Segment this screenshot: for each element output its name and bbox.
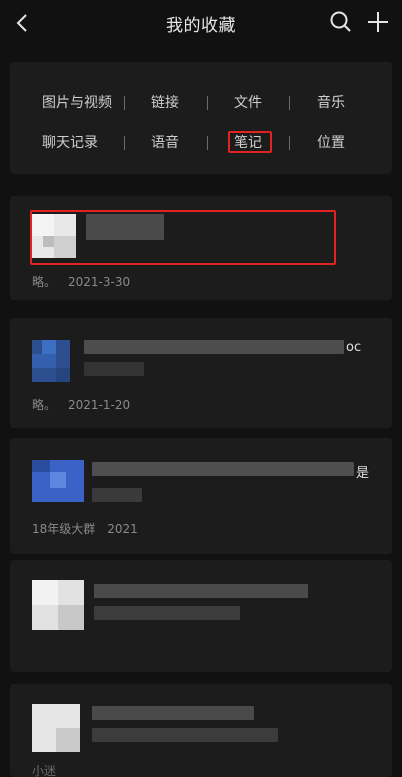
favorite-item[interactable]: oc 略。 2021-1-20	[10, 318, 392, 428]
favorite-item[interactable]	[10, 560, 392, 672]
top-bar: 我的收藏	[0, 0, 402, 46]
item-source: 略。	[32, 275, 57, 289]
category-files[interactable]: 文件	[234, 93, 262, 113]
item-meta: 略。 2021-1-20	[32, 396, 130, 413]
blurred-title	[84, 340, 344, 354]
item-meta: 18年级大群 2021	[32, 520, 138, 537]
search-icon	[330, 11, 351, 32]
file-icon	[32, 460, 84, 502]
blurred-subtitle	[92, 728, 278, 742]
favorite-item[interactable]: 是 18年级大群 2021	[10, 438, 392, 554]
plus-icon	[368, 12, 388, 32]
category-location[interactable]: 位置	[317, 133, 345, 153]
title-tail-text: oc	[346, 340, 362, 355]
blurred-title	[92, 462, 354, 476]
blurred-subtitle	[84, 362, 144, 376]
item-date: 2021-1-20	[68, 398, 131, 412]
item-date: 2021-3-30	[68, 275, 131, 289]
favorite-item[interactable]: 略。 2021-3-30	[10, 196, 392, 300]
title-tail-text: 是	[356, 466, 370, 481]
category-divider	[207, 96, 208, 110]
blurred-subtitle	[94, 606, 240, 620]
category-divider	[207, 136, 208, 150]
category-images-videos[interactable]: 图片与视频	[42, 93, 112, 113]
blurred-subtitle	[92, 488, 142, 502]
item-date: 2021	[107, 522, 138, 536]
favorite-item[interactable]: 小迷	[10, 684, 392, 777]
category-music[interactable]: 音乐	[317, 93, 345, 113]
category-voice[interactable]: 语音	[151, 133, 179, 153]
file-icon	[32, 340, 70, 382]
search-button[interactable]	[328, 9, 354, 35]
category-divider	[124, 96, 125, 110]
category-panel: 图片与视频 链接 文件 音乐 聊天记录 语音 笔记 位置	[10, 62, 392, 174]
item-meta: 略。 2021-3-30	[32, 273, 130, 290]
category-chat-history[interactable]: 聊天记录	[42, 133, 98, 153]
item-highlight-box	[30, 210, 336, 265]
notes-highlight-box	[228, 131, 272, 153]
item-source: 略。	[32, 398, 57, 412]
item-thumbnail	[32, 580, 84, 630]
item-source: 小迷	[32, 764, 57, 777]
category-divider	[289, 136, 290, 150]
blurred-title	[92, 706, 254, 720]
add-button[interactable]	[364, 8, 392, 36]
item-thumbnail	[32, 704, 80, 752]
item-meta: 小迷	[32, 762, 68, 777]
item-meta	[32, 644, 44, 658]
category-links[interactable]: 链接	[151, 93, 179, 113]
item-source: 18年级大群	[32, 522, 96, 536]
category-divider	[124, 136, 125, 150]
category-divider	[289, 96, 290, 110]
blurred-title	[94, 584, 308, 598]
